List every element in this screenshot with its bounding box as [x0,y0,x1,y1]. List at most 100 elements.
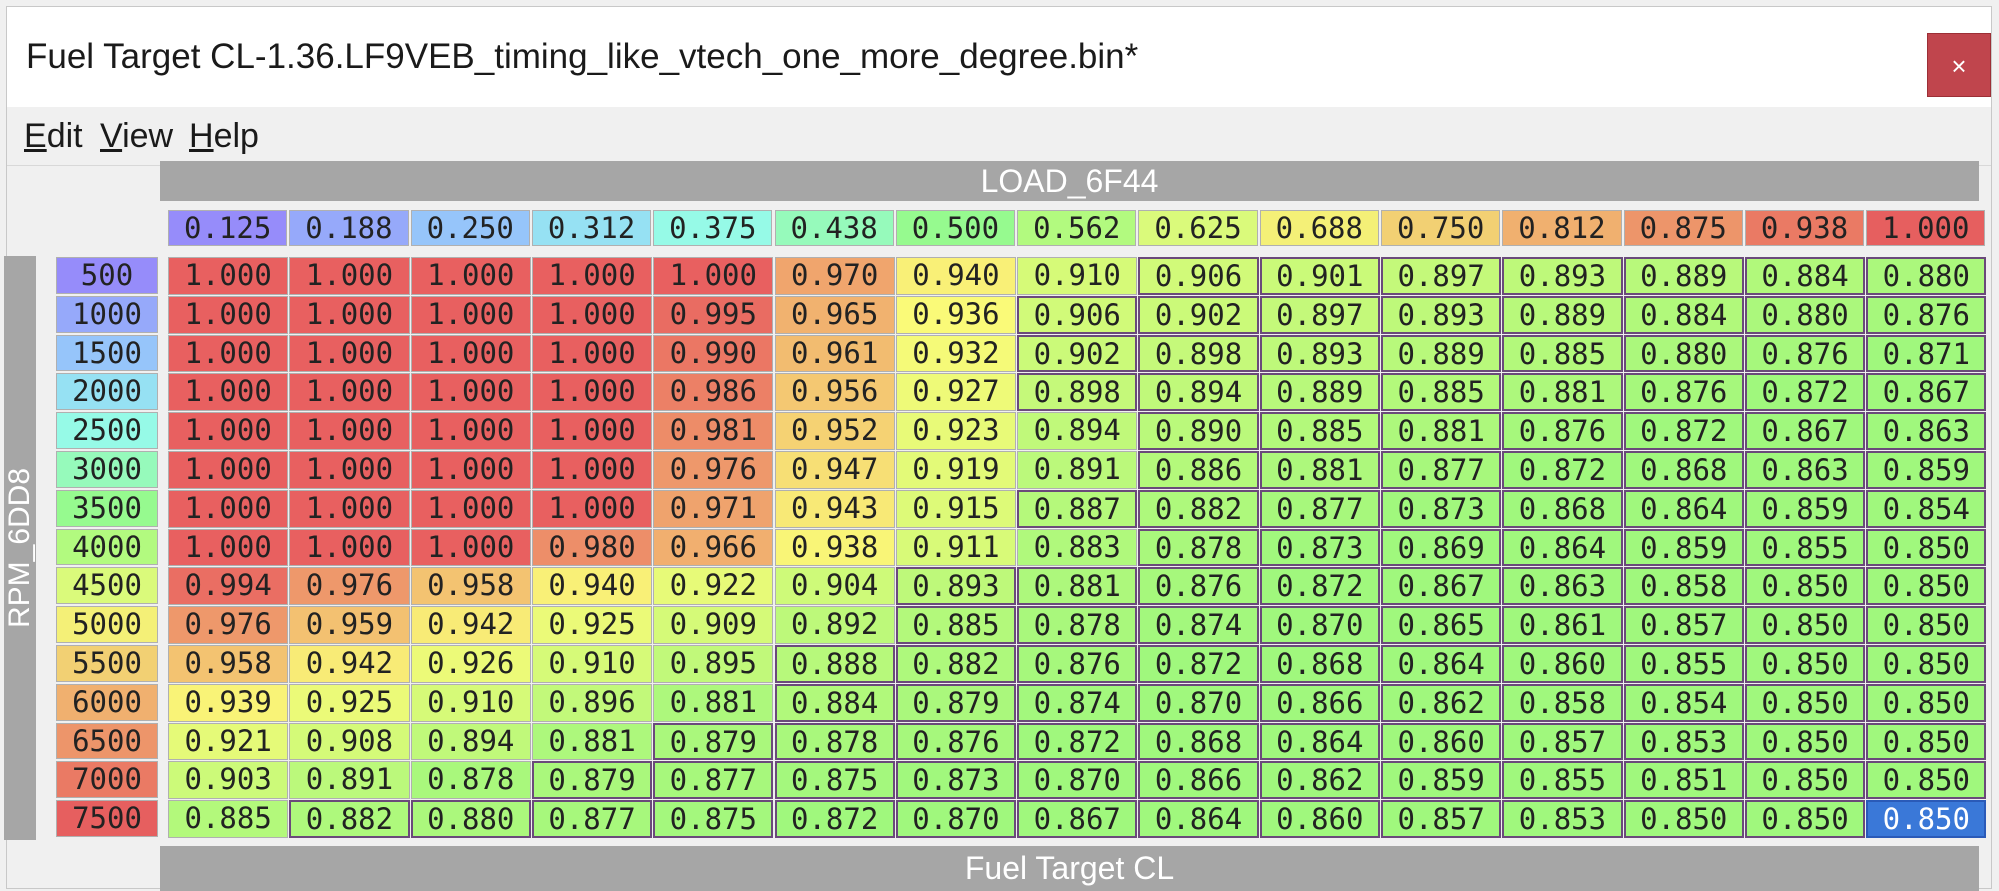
table-cell[interactable]: 0.871 [1866,334,1987,373]
table-cell[interactable]: 0.870 [1138,683,1259,722]
table-cell[interactable]: 0.874 [1017,683,1138,722]
table-cell[interactable]: 1.000 [410,334,531,373]
table-cell[interactable]: 0.876 [1623,373,1744,412]
table-cell[interactable]: 1.000 [410,489,531,528]
table-cell[interactable]: 0.883 [1017,528,1138,567]
row-header[interactable]: 5000 [56,606,158,643]
table-cell[interactable]: 0.881 [531,722,653,761]
table-cell[interactable]: 0.859 [1381,761,1502,800]
table-cell[interactable]: 0.876 [1744,334,1866,373]
table-cell[interactable]: 0.898 [1138,334,1259,373]
table-cell[interactable]: 0.877 [653,761,774,800]
row-header[interactable]: 4000 [56,528,158,566]
table-cell[interactable]: 0.877 [1381,451,1502,489]
table-cell[interactable]: 0.870 [1259,606,1380,644]
table-cell[interactable]: 0.959 [289,606,410,644]
table-cell[interactable]: 0.884 [774,683,895,722]
table-cell[interactable]: 0.862 [1259,761,1380,800]
table-cell[interactable]: 0.859 [1623,528,1744,567]
row-header[interactable]: 5500 [56,645,158,682]
table-cell[interactable]: 0.868 [1502,489,1623,528]
table-cell[interactable]: 0.872 [774,800,895,838]
table-cell[interactable]: 0.910 [410,683,531,722]
table-cell[interactable]: 0.965 [774,295,895,334]
table-cell[interactable]: 0.850 [1744,606,1866,644]
table-cell[interactable]: 1.000 [168,489,289,528]
column-header[interactable]: 0.188 [289,210,409,246]
table-cell[interactable]: 0.882 [1138,489,1259,528]
column-header[interactable]: 0.562 [1017,210,1137,246]
table-cell[interactable]: 0.880 [1866,257,1987,295]
table-cell[interactable]: 0.885 [168,800,289,838]
table-cell[interactable]: 0.857 [1381,800,1502,838]
table-cell[interactable]: 0.854 [1866,489,1987,528]
table-cell[interactable]: 0.893 [1381,295,1502,334]
table-cell[interactable]: 0.850 [1744,722,1866,761]
table-cell[interactable]: 1.000 [531,295,653,334]
column-header[interactable]: 0.688 [1259,210,1379,246]
table-cell[interactable]: 0.855 [1502,761,1623,800]
row-header[interactable]: 2500 [56,412,158,449]
table-cell[interactable]: 0.878 [1017,606,1138,644]
table-cell[interactable]: 0.958 [410,567,531,606]
column-header[interactable]: 0.500 [895,210,1016,246]
table-cell[interactable]: 0.855 [1623,645,1744,683]
column-header[interactable]: 0.625 [1138,210,1258,246]
table-cell[interactable]: 0.864 [1381,645,1502,683]
row-header[interactable]: 2000 [56,373,158,411]
column-header[interactable]: 0.750 [1381,210,1501,246]
row-header[interactable]: 7500 [56,800,158,837]
row-header[interactable]: 1500 [56,334,158,372]
table-cell[interactable]: 0.881 [653,683,774,722]
table-cell[interactable]: 0.906 [1138,257,1259,295]
table-cell[interactable]: 0.881 [1259,451,1380,489]
table-cell[interactable]: 0.873 [1259,528,1380,567]
table-cell[interactable]: 1.000 [168,451,289,489]
table-cell[interactable]: 0.952 [774,412,895,450]
table-cell[interactable]: 0.876 [1017,645,1138,683]
table-cell[interactable]: 0.886 [1138,451,1259,489]
table-cell[interactable]: 0.872 [1259,567,1380,606]
table-cell[interactable]: 1.000 [168,257,289,295]
table-cell[interactable]: 0.893 [1259,334,1380,373]
table-cell[interactable]: 0.885 [1381,373,1502,412]
table-cell[interactable]: 1.000 [653,257,774,295]
table-cell[interactable]: 0.976 [168,606,289,644]
table-cell[interactable]: 0.870 [1017,761,1138,800]
table-cell[interactable]: 0.872 [1017,722,1138,761]
table-cell[interactable]: 0.925 [289,683,410,722]
close-button[interactable]: × [1927,33,1991,97]
table-cell[interactable]: 0.932 [895,334,1017,373]
table-cell[interactable]: 0.850 [1744,761,1866,800]
table-cell[interactable]: 0.879 [531,761,653,800]
table-cell[interactable]: 1.000 [168,334,289,373]
row-header[interactable]: 1000 [56,295,158,333]
table-cell[interactable]: 0.860 [1259,800,1380,838]
row-header[interactable]: 6000 [56,683,158,721]
table-cell[interactable]: 0.894 [1017,412,1138,450]
table-cell[interactable]: 0.868 [1138,722,1259,761]
table-cell[interactable]: 0.865 [1381,606,1502,644]
column-header[interactable]: 1.000 [1866,210,1986,246]
row-header[interactable]: 4500 [56,567,158,605]
table-cell[interactable]: 0.911 [895,528,1017,567]
table-cell[interactable]: 0.901 [1259,257,1380,295]
table-cell[interactable]: 0.866 [1138,761,1259,800]
table-cell[interactable]: 0.894 [1138,373,1259,412]
table-cell[interactable]: 1.000 [289,373,410,412]
table-cell[interactable]: 0.990 [653,334,774,373]
table-cell[interactable]: 0.936 [895,295,1017,334]
table-cell[interactable]: 0.861 [1502,606,1623,644]
table-cell[interactable]: 0.981 [653,412,774,450]
table-cell[interactable]: 0.970 [774,257,895,295]
table-cell[interactable]: 0.894 [410,722,531,761]
table-cell[interactable]: 0.897 [1381,257,1502,295]
row-header[interactable]: 7000 [56,761,158,799]
table-cell[interactable]: 0.850 [1866,567,1987,606]
table-cell[interactable]: 0.910 [531,645,653,683]
table-cell[interactable]: 0.877 [531,800,653,838]
table-cell[interactable]: 1.000 [531,257,653,295]
table-cell[interactable]: 0.887 [1017,489,1138,528]
table-cell[interactable]: 0.867 [1744,412,1866,450]
table-cell[interactable]: 0.881 [1502,373,1623,412]
